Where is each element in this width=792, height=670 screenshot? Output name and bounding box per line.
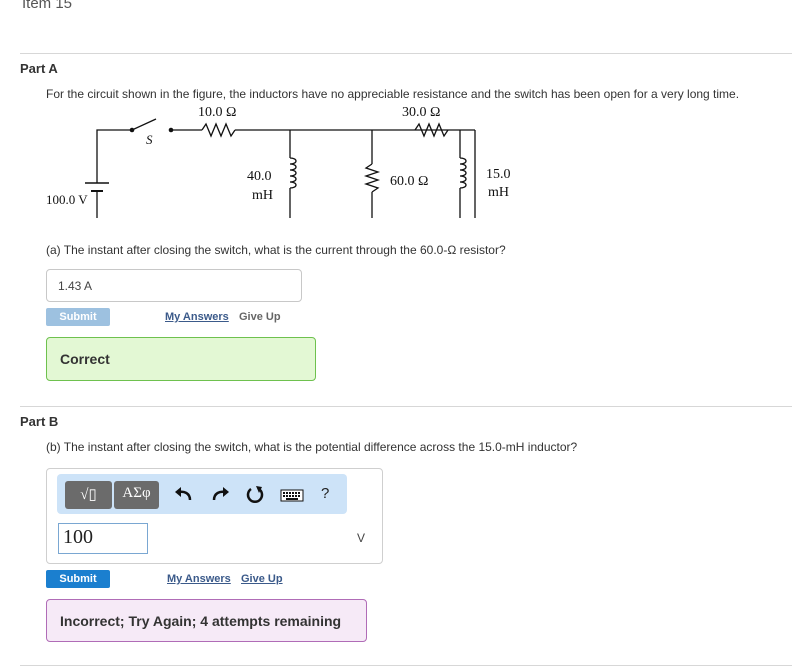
keyboard-icon[interactable] [280, 483, 304, 507]
my-answers-a-link[interactable]: My Answers [165, 311, 229, 323]
label-l15-value: 15.0 [486, 167, 511, 182]
label-l15-unit: mH [488, 185, 509, 200]
question-a: (a) The instant after closing the switch… [46, 243, 506, 257]
item-title: Item 15 [22, 0, 73, 12]
divider [20, 406, 792, 407]
feedback-incorrect: Incorrect; Try Again; 4 attempts remaini… [46, 599, 367, 642]
label-battery: 100.0 V [46, 192, 88, 207]
inductor-15-symbol [459, 157, 467, 189]
templates-button[interactable]: √▯ [65, 481, 112, 509]
answer-b-input[interactable]: 100 [58, 523, 148, 554]
part-a-title: Part A [20, 61, 58, 76]
resistor-10-symbol [201, 122, 236, 138]
label-l40-unit: mH [252, 188, 273, 203]
undo-icon[interactable] [172, 483, 194, 507]
answer-a-field[interactable]: 1.43 A [46, 269, 302, 302]
divider [20, 53, 792, 54]
part-b-title: Part B [20, 414, 59, 429]
circuit-diagram: 10.0 Ω 30.0 Ω S 100.0 V 40.0 mH 60.0 Ω 1… [46, 105, 511, 218]
give-up-b-link[interactable]: Give Up [241, 573, 283, 585]
label-r30: 30.0 Ω [402, 105, 440, 120]
redo-icon[interactable] [210, 483, 232, 507]
question-b: (b) The instant after closing the switch… [46, 440, 578, 454]
label-r60: 60.0 Ω [390, 174, 428, 189]
divider [20, 665, 792, 666]
resistor-60-symbol [363, 163, 381, 193]
inductor-40-symbol [289, 157, 297, 189]
help-button[interactable]: ? [321, 485, 329, 502]
feedback-correct: Correct [46, 337, 316, 381]
reset-icon[interactable] [244, 483, 266, 507]
label-l40-value: 40.0 [247, 169, 272, 184]
wire-left [96, 129, 132, 183]
give-up-a-link[interactable]: Give Up [239, 311, 281, 323]
label-r10: 10.0 Ω [198, 105, 236, 120]
my-answers-b-link[interactable]: My Answers [167, 573, 231, 585]
switch-blade [131, 118, 157, 131]
label-switch: S [146, 132, 153, 147]
submit-a-button[interactable]: Submit [46, 308, 110, 326]
symbols-button[interactable]: ΑΣφ [114, 481, 159, 509]
unit-label: V [357, 531, 366, 545]
submit-b-button[interactable]: Submit [46, 570, 110, 588]
